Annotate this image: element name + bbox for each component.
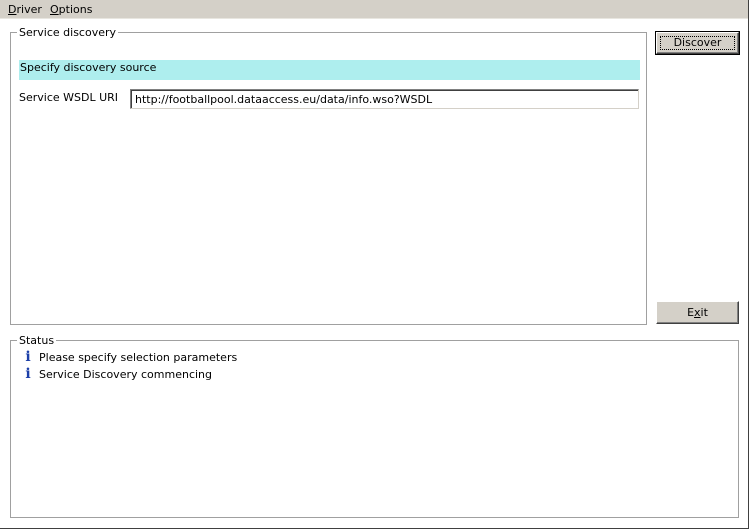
app-window: Driver Options Service discovery Specify… xyxy=(0,0,749,529)
discover-button[interactable]: Discover xyxy=(655,31,740,55)
service-discovery-title: Service discovery xyxy=(17,26,119,39)
service-discovery-group: Service discovery Specify discovery sour… xyxy=(10,26,647,325)
status-title: Status xyxy=(17,334,57,347)
menu-options[interactable]: Options xyxy=(50,3,92,17)
wsdl-uri-input[interactable] xyxy=(130,89,639,109)
wsdl-uri-label: Service WSDL URI xyxy=(19,91,119,104)
exit-button[interactable]: Exit xyxy=(656,301,739,324)
info-icon: i xyxy=(25,366,31,382)
status-group: Status i Please specify selection paramet… xyxy=(10,334,739,518)
status-list: i Please specify selection parameters i Se… xyxy=(23,349,237,383)
status-message: i Please specify selection parameters xyxy=(23,349,237,366)
status-message: i Service Discovery commencing xyxy=(23,366,237,383)
discovery-source-banner: Specify discovery source xyxy=(19,60,640,80)
info-icon: i xyxy=(25,349,31,365)
menu-driver[interactable]: Driver xyxy=(8,3,42,17)
menu-bar: Driver Options xyxy=(0,0,748,19)
